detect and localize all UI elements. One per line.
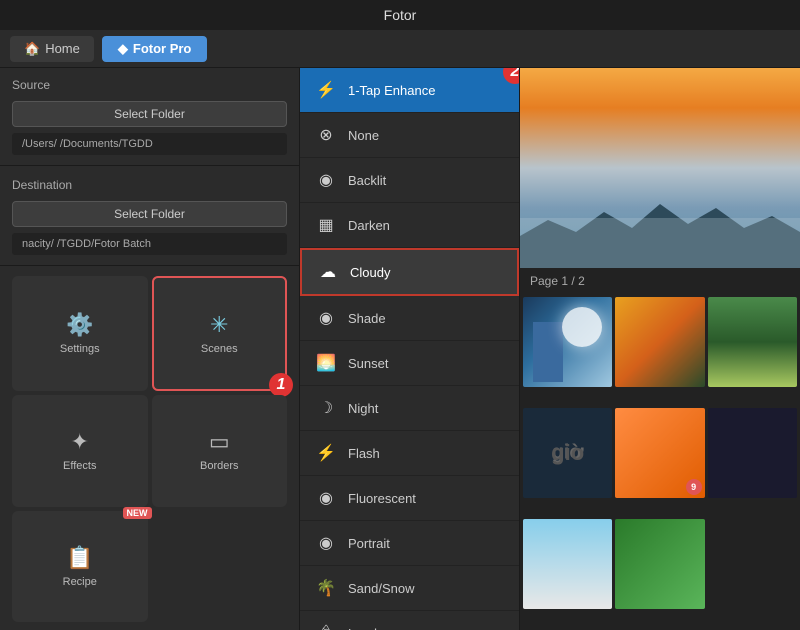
borders-label: Borders <box>200 460 239 472</box>
source-section-title: Source <box>0 68 299 97</box>
page-label: Page 1 / 2 <box>530 274 585 288</box>
preview-image <box>520 68 800 268</box>
thumbnail-2[interactable] <box>615 297 704 387</box>
night-icon: ☽ <box>314 396 338 420</box>
thumbnail-5[interactable]: 9 <box>615 408 704 498</box>
effect-label-sunset: Sunset <box>348 356 388 371</box>
effect-label-shade: Shade <box>348 311 386 326</box>
settings-icon: ⚙️ <box>66 312 93 338</box>
top-nav: 🏠 Home ◆ Fotor Pro <box>0 30 800 68</box>
settings-tool[interactable]: ⚙️ Settings <box>12 276 148 391</box>
sandsnow-icon: 🌴 <box>314 576 338 600</box>
page-indicator: Page 1 / 2 <box>520 268 800 294</box>
effect-item-darken[interactable]: ▦ Darken <box>300 203 519 248</box>
effect-label-night: Night <box>348 401 378 416</box>
effect-item-portrait[interactable]: ◉ Portrait <box>300 521 519 566</box>
select-dest-folder-button[interactable]: Select Folder <box>12 201 287 227</box>
settings-label: Settings <box>60 343 100 355</box>
thumbnail-7[interactable] <box>523 519 612 609</box>
flash-icon: ⚡ <box>314 441 338 465</box>
backlit-icon: ◉ <box>314 168 338 192</box>
effect-item-shade[interactable]: ◉ Shade <box>300 296 519 341</box>
scenes-icon: ✳ <box>210 312 228 338</box>
thumbnails-area: gio 9 <box>520 294 800 630</box>
effect-item-1tap[interactable]: ⚡ 1-Tap Enhance 2 <box>300 68 519 113</box>
new-badge: NEW <box>123 507 152 519</box>
pro-label: Fotor Pro <box>133 41 192 56</box>
divider-2 <box>0 265 299 266</box>
borders-icon: ▭ <box>209 429 230 455</box>
thumbnail-4[interactable]: gio <box>523 408 612 498</box>
portrait-icon: ◉ <box>314 531 338 555</box>
effect-label-fluorescent: Fluorescent <box>348 491 416 506</box>
pro-button[interactable]: ◆ Fotor Pro <box>102 36 208 62</box>
home-icon: 🏠 <box>24 41 40 57</box>
thumbnail-3[interactable] <box>708 297 797 387</box>
1tap-icon: ⚡ <box>314 78 338 102</box>
none-icon: ⊗ <box>314 123 338 147</box>
landscape-icon: 🏔 <box>314 621 338 630</box>
effect-item-fluorescent[interactable]: ◉ Fluorescent <box>300 476 519 521</box>
scenes-label: Scenes <box>201 343 238 355</box>
recipe-label: Recipe <box>63 576 97 588</box>
effect-item-landscape[interactable]: 🏔 Landscape <box>300 611 519 630</box>
right-panel: Page 1 / 2 gio 9 <box>520 68 800 630</box>
effects-label: Effects <box>63 460 96 472</box>
thumbnail-1[interactable] <box>523 297 612 387</box>
effect-item-backlit[interactable]: ◉ Backlit <box>300 158 519 203</box>
effect-item-sunset[interactable]: 🌅 Sunset <box>300 341 519 386</box>
borders-tool[interactable]: ▭ Borders <box>152 395 288 506</box>
fluorescent-icon: ◉ <box>314 486 338 510</box>
step-badge-2: 2 <box>503 68 520 84</box>
step-badge-1: 1 <box>269 373 293 397</box>
source-path-display: /Users/ /Documents/TGDD <box>12 133 287 155</box>
effects-icon: ✦ <box>71 429 89 455</box>
cloudy-icon: ☁ <box>316 260 340 284</box>
recipe-tool[interactable]: NEW 📋 Recipe <box>12 511 148 622</box>
effect-item-flash[interactable]: ⚡ Flash <box>300 431 519 476</box>
left-panel: Source Select Folder /Users/ /Documents/… <box>0 68 300 630</box>
diamond-icon: ◆ <box>118 41 128 57</box>
effect-item-none[interactable]: ⊗ None <box>300 113 519 158</box>
effect-label-landscape: Landscape <box>348 626 412 630</box>
effect-label-1tap: 1-Tap Enhance <box>348 83 435 98</box>
effects-list-panel: ⚡ 1-Tap Enhance 2 ⊗ None ◉ Backlit ▦ Dar… <box>300 68 520 630</box>
effect-label-flash: Flash <box>348 446 380 461</box>
effect-label-backlit: Backlit <box>348 173 386 188</box>
main-layout: Source Select Folder /Users/ /Documents/… <box>0 68 800 630</box>
shade-icon: ◉ <box>314 306 338 330</box>
recipe-icon: 📋 <box>66 545 93 571</box>
thumbnail-8[interactable] <box>615 519 704 609</box>
thumbnail-6[interactable] <box>708 408 797 498</box>
tool-grid: ⚙️ Settings ✳ Scenes 1 ✦ Effects ▭ Borde… <box>0 268 299 630</box>
home-button[interactable]: 🏠 Home <box>10 36 94 62</box>
thumb-badge-9: 9 <box>686 479 702 495</box>
destination-section-title: Destination <box>0 168 299 197</box>
scenes-tool[interactable]: ✳ Scenes 1 <box>152 276 288 391</box>
effect-label-none: None <box>348 128 379 143</box>
effect-label-sandsnow: Sand/Snow <box>348 581 415 596</box>
app-title: Fotor <box>384 7 417 23</box>
effects-tool[interactable]: ✦ Effects <box>12 395 148 506</box>
sunset-icon: 🌅 <box>314 351 338 375</box>
title-bar: Fotor <box>0 0 800 30</box>
effect-label-darken: Darken <box>348 218 390 233</box>
home-label: Home <box>45 41 80 56</box>
effect-item-sandsnow[interactable]: 🌴 Sand/Snow <box>300 566 519 611</box>
effect-item-cloudy[interactable]: ☁ Cloudy <box>300 248 519 296</box>
effect-label-cloudy: Cloudy <box>350 265 390 280</box>
select-source-folder-button[interactable]: Select Folder <box>12 101 287 127</box>
dest-path-display: nacity/ /TGDD/Fotor Batch <box>12 233 287 255</box>
darken-icon: ▦ <box>314 213 338 237</box>
effect-item-night[interactable]: ☽ Night <box>300 386 519 431</box>
effect-label-portrait: Portrait <box>348 536 390 551</box>
divider-1 <box>0 165 299 166</box>
